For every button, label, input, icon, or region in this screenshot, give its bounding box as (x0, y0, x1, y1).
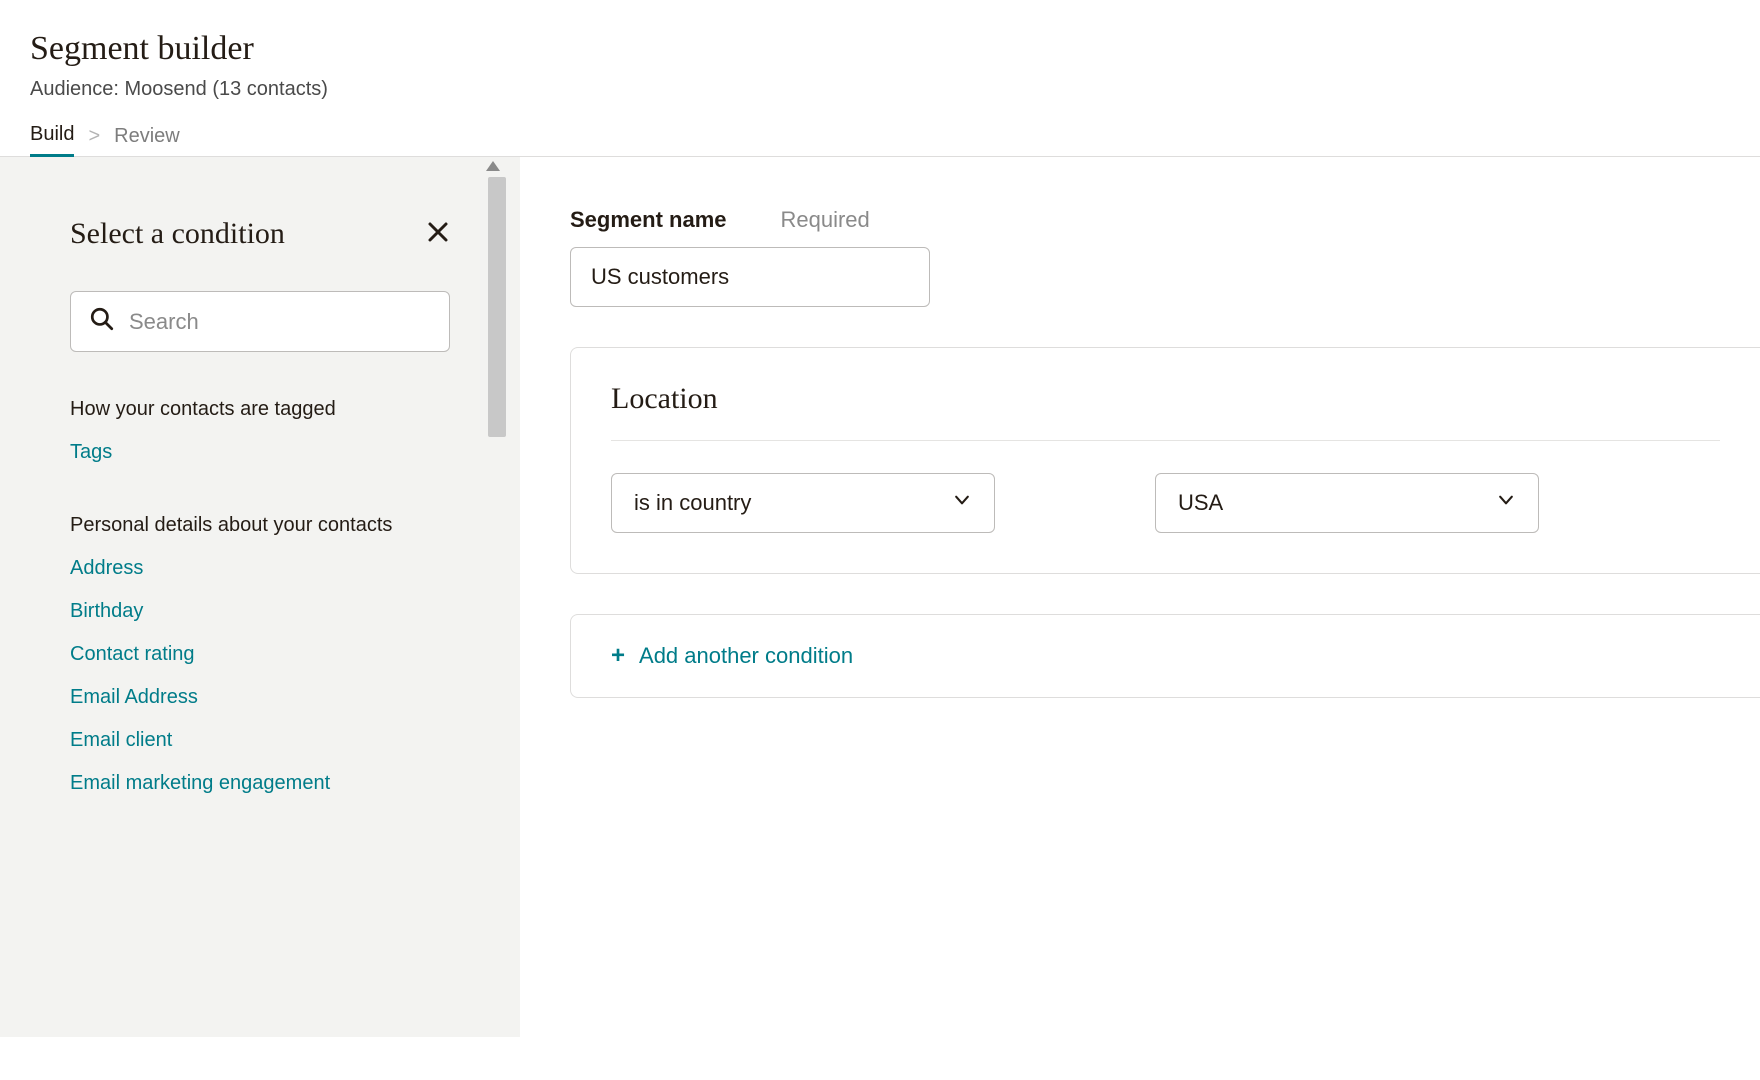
scroll-up-icon[interactable] (486, 161, 500, 171)
operator-select-value: is in country (634, 490, 751, 516)
condition-group: How your contacts are tagged Tags (70, 398, 450, 464)
search-icon (89, 306, 115, 337)
add-condition-card: + Add another condition (570, 614, 1760, 698)
chevron-down-icon (952, 490, 972, 516)
add-condition-button[interactable]: + Add another condition (611, 643, 853, 669)
condition-selects: is in country USA (611, 473, 1720, 533)
sidebar-title-row: Select a condition (70, 217, 450, 251)
breadcrumb-step-review[interactable]: Review (114, 125, 180, 156)
card-divider (611, 440, 1720, 441)
search-field[interactable] (129, 309, 431, 335)
sidebar: Select a condition How your contacts are… (0, 157, 520, 1037)
group-heading: How your contacts are tagged (70, 398, 450, 421)
segment-name-label: Segment name (570, 207, 727, 233)
condition-email-client[interactable]: Email client (70, 729, 450, 752)
value-select-value: USA (1178, 490, 1223, 516)
condition-birthday[interactable]: Birthday (70, 600, 450, 623)
page-title: Segment builder (30, 30, 1730, 68)
condition-group: Personal details about your contacts Add… (70, 514, 450, 795)
condition-card: Location is in country USA (570, 347, 1760, 574)
audience-subtitle: Audience: Moosend (13 contacts) (30, 78, 1730, 101)
group-heading: Personal details about your contacts (70, 514, 450, 537)
breadcrumb-step-build[interactable]: Build (30, 123, 74, 157)
scrollbar-thumb[interactable] (488, 177, 506, 437)
segment-name-input[interactable] (570, 247, 930, 307)
condition-card-title: Location (611, 382, 1720, 416)
add-condition-label: Add another condition (639, 643, 853, 669)
condition-address[interactable]: Address (70, 557, 450, 580)
required-label: Required (781, 207, 870, 233)
chevron-right-icon: > (88, 125, 100, 156)
header: Segment builder Audience: Moosend (13 co… (0, 0, 1760, 157)
close-icon[interactable] (426, 220, 450, 249)
body: Select a condition How your contacts are… (0, 157, 1760, 1037)
sidebar-title: Select a condition (70, 217, 285, 251)
main: Segment name Required Location is in cou… (520, 157, 1760, 1037)
plus-icon: + (611, 644, 625, 668)
condition-tags[interactable]: Tags (70, 441, 450, 464)
chevron-down-icon (1496, 490, 1516, 516)
condition-email-marketing-engagement[interactable]: Email marketing engagement (70, 772, 450, 795)
breadcrumb: Build > Review (30, 123, 1730, 157)
condition-email-address[interactable]: Email Address (70, 686, 450, 709)
condition-contact-rating[interactable]: Contact rating (70, 643, 450, 666)
operator-select[interactable]: is in country (611, 473, 995, 533)
value-select[interactable]: USA (1155, 473, 1539, 533)
segment-name-label-row: Segment name Required (570, 207, 1760, 233)
search-input[interactable] (70, 291, 450, 352)
